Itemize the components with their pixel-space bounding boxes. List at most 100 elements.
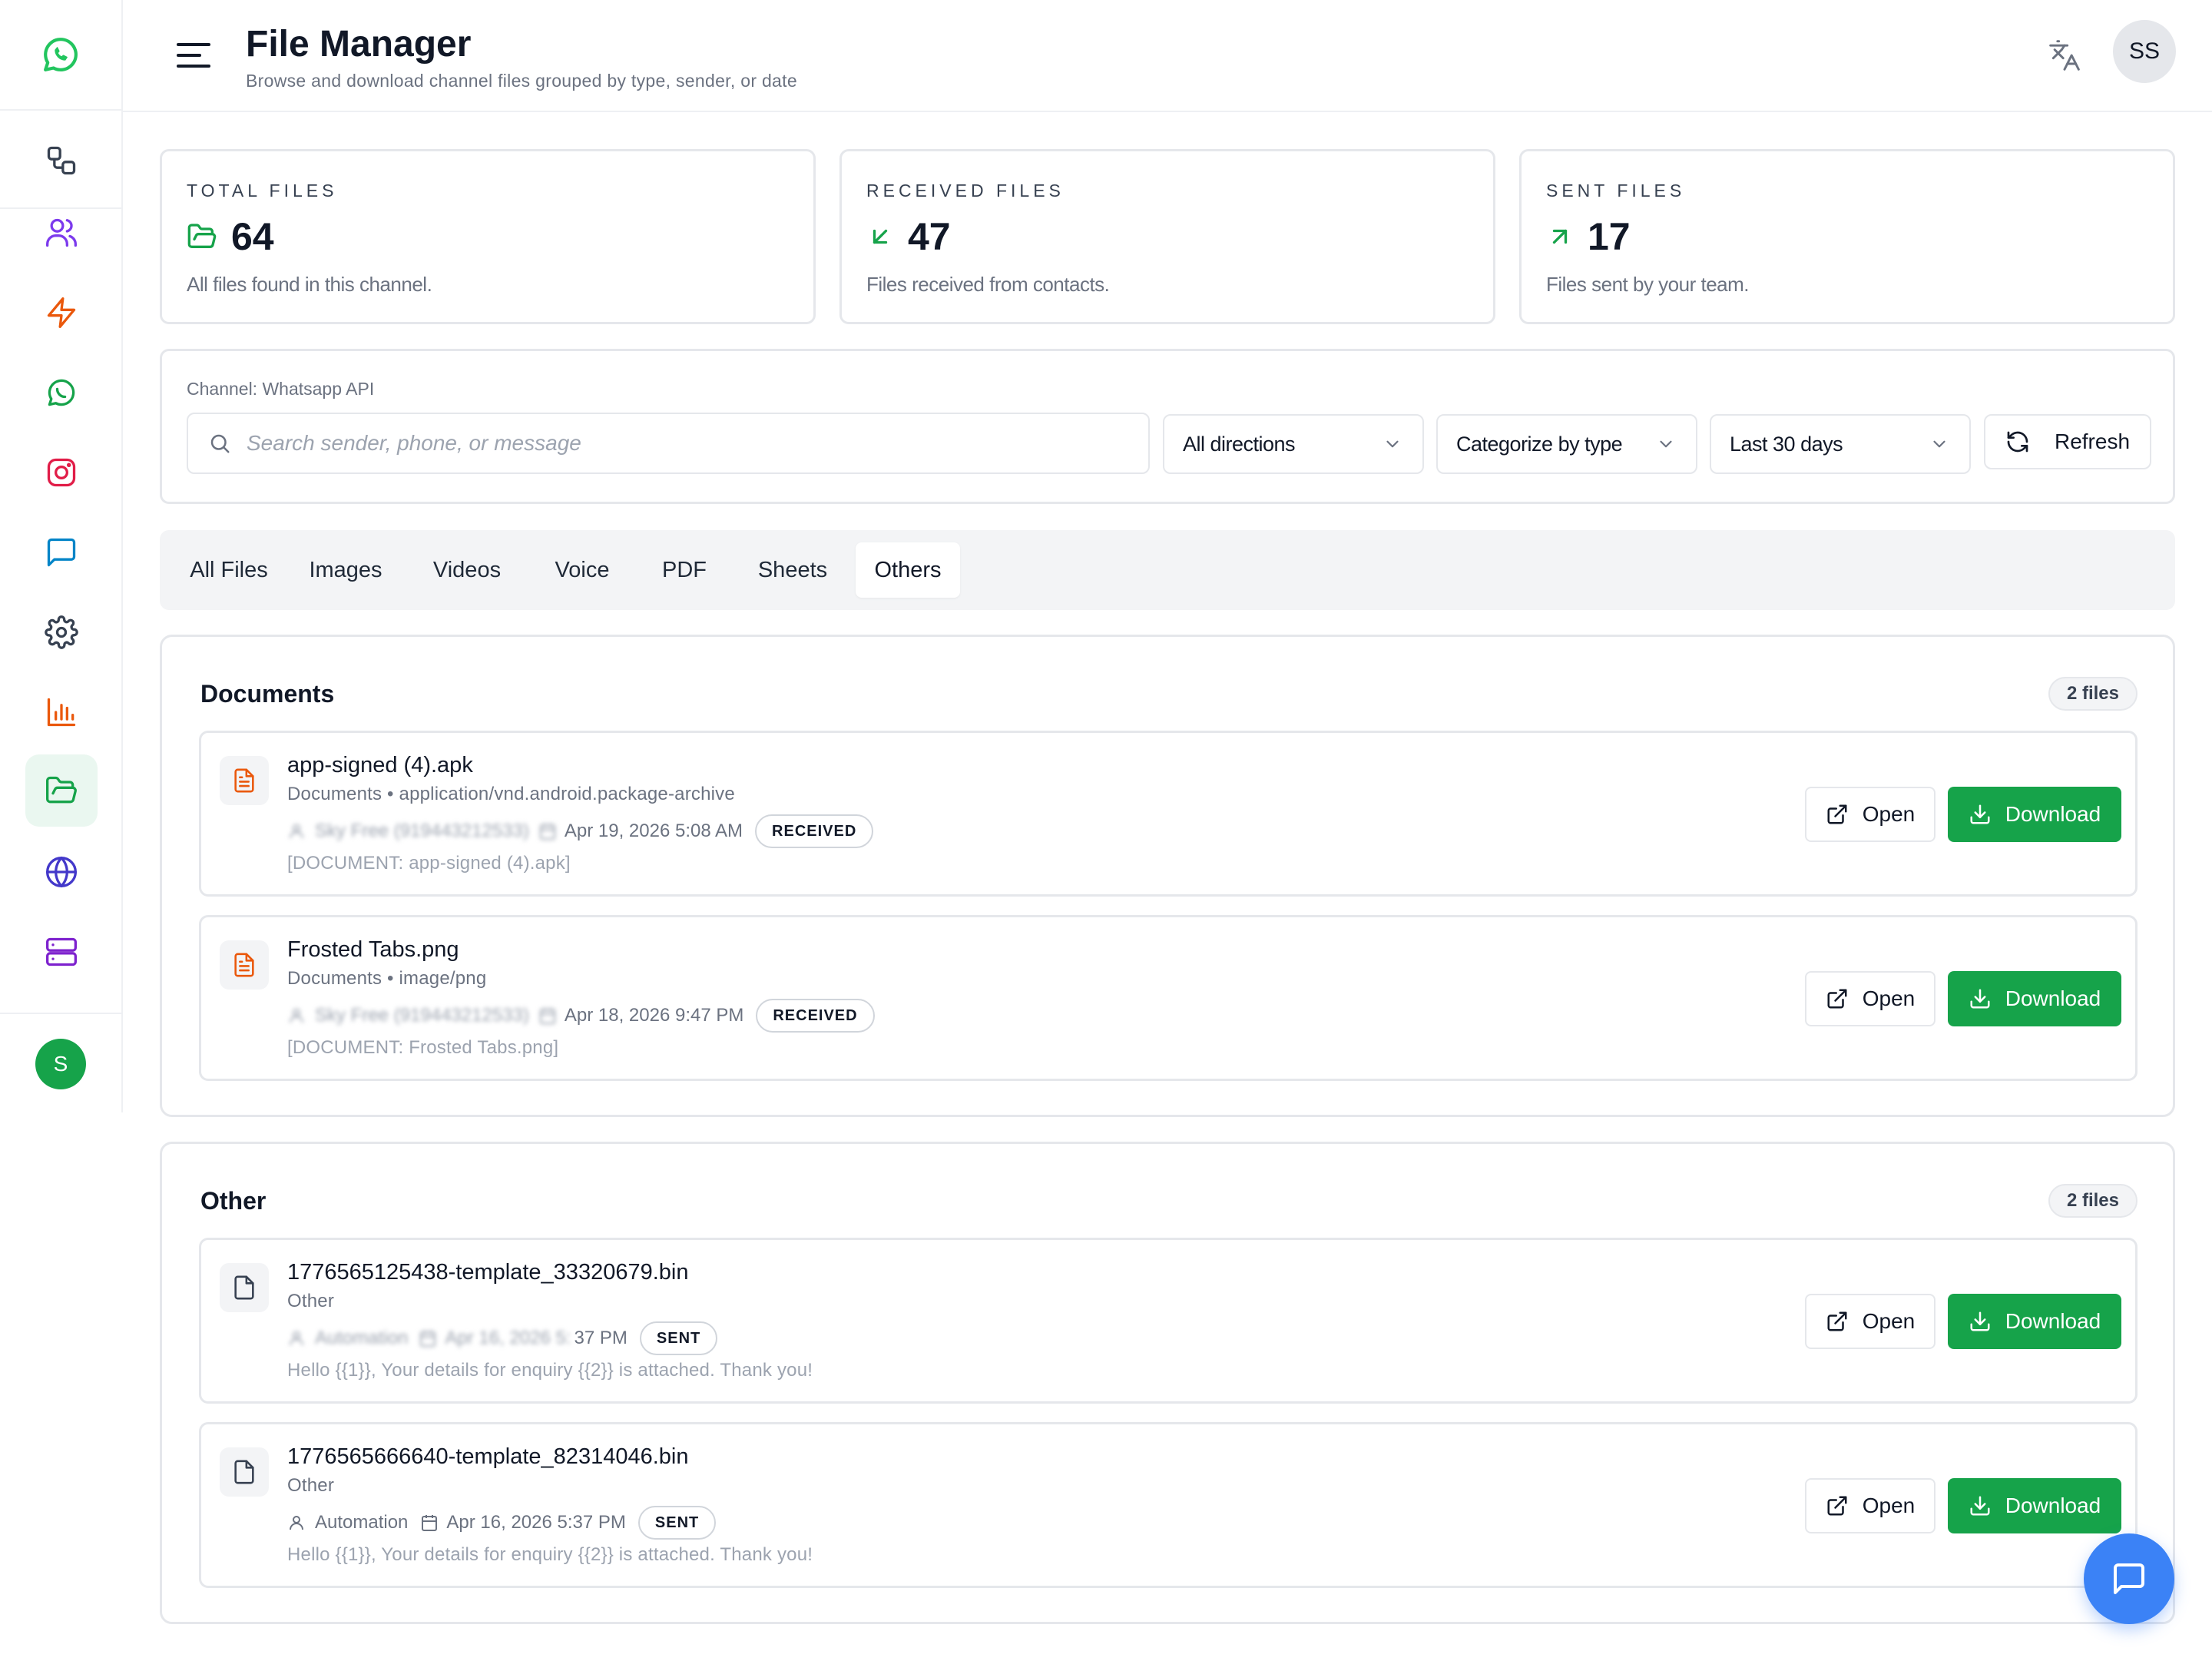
open-button[interactable]: Open — [1805, 1478, 1936, 1533]
stat-card-sent: SENT FILES 17 Files sent by your team. — [1519, 149, 2175, 324]
open-label: Open — [1862, 802, 1916, 826]
tab-sheets[interactable]: Sheets — [742, 542, 843, 598]
filter-panel: Channel: Whatsapp API All directions Cat… — [160, 349, 2175, 504]
group-title: Documents — [200, 680, 335, 708]
file-date: Apr 19, 2026 5:08 AM — [564, 821, 743, 841]
calendar-icon — [422, 1515, 438, 1531]
refresh-label: Refresh — [2054, 429, 2131, 453]
open-button[interactable]: Open — [1805, 1294, 1936, 1349]
direction-badge: SENT — [639, 1321, 718, 1355]
open-button[interactable]: Open — [1805, 971, 1936, 1026]
download-button[interactable]: Download — [1948, 971, 2121, 1026]
file-sender: Automation — [315, 1512, 409, 1533]
file-card: app-signed (4).apk Documents • applicati… — [199, 731, 2137, 897]
download-button[interactable]: Download — [1948, 1478, 2121, 1533]
file-meta: Sky Free (919443212533) Apr 18, 2026 9:4… — [287, 999, 875, 1033]
file-message: [DOCUMENT: Frosted Tabs.png] — [287, 1037, 559, 1058]
sidebar-user-avatar[interactable]: S — [35, 1039, 86, 1089]
tab-pdf[interactable]: PDF — [650, 542, 719, 598]
workflow-icon — [47, 146, 76, 175]
file-card: Frosted Tabs.png Documents • image/png S… — [199, 915, 2137, 1081]
external-link-icon — [1827, 1496, 1847, 1516]
date-range-select[interactable]: Last 30 days — [1710, 414, 1971, 474]
sidebar-item-contacts[interactable] — [25, 197, 98, 269]
file-type: Other — [287, 1291, 335, 1311]
stat-card-received: RECEIVED FILES 47 Files received from co… — [839, 149, 1495, 324]
whatsapp-logo-icon[interactable] — [0, 0, 121, 111]
file-name: 1776565125438-template_33320679.bin — [287, 1260, 689, 1285]
calendar-icon — [539, 824, 555, 840]
sidebar-item-server[interactable] — [25, 916, 98, 988]
file-group-documents: Documents 2 files app-signed (4).apk Doc… — [160, 635, 2175, 1117]
file-sender: Automation — [315, 1328, 409, 1348]
sidebar-item-settings[interactable] — [25, 596, 98, 668]
direction-select[interactable]: All directions — [1163, 414, 1424, 474]
stat-value: 17 — [1588, 215, 1631, 258]
user-icon — [290, 1009, 303, 1023]
users-icon — [46, 218, 77, 247]
file-date: Apr 16, 2026 5:37 PM — [446, 1512, 626, 1533]
sidebar-item-workflow[interactable] — [25, 124, 98, 197]
refresh-button[interactable]: Refresh — [1984, 414, 2151, 469]
categorize-select[interactable]: Categorize by type — [1436, 414, 1697, 474]
chevron-down-icon — [1660, 440, 1672, 448]
open-label: Open — [1862, 1494, 1916, 1517]
user-avatar[interactable]: SS — [2113, 20, 2176, 83]
tab-images[interactable]: Images — [298, 542, 393, 598]
file-date: Apr 18, 2026 9:47 PM — [564, 1005, 744, 1026]
file-message: [DOCUMENT: app-signed (4).apk] — [287, 853, 571, 874]
download-label: Download — [2005, 802, 2101, 826]
sidebar-item-automations[interactable] — [25, 277, 98, 349]
tab-others[interactable]: Others — [856, 542, 960, 598]
tab-all-files[interactable]: All Files — [172, 542, 286, 598]
folder-open-icon — [187, 224, 217, 248]
page-subtitle: Browse and download channel files groupe… — [246, 71, 797, 91]
server-icon — [46, 937, 77, 966]
file-name: app-signed (4).apk — [287, 753, 473, 777]
file-icon — [220, 1263, 269, 1312]
instagram-icon — [47, 458, 76, 487]
sidebar-item-web[interactable] — [25, 836, 98, 908]
translate-icon[interactable] — [2043, 34, 2086, 77]
whatsapp-icon — [48, 379, 75, 406]
chat-support-button[interactable] — [2084, 1533, 2174, 1624]
chevron-down-icon — [1386, 440, 1399, 448]
download-button[interactable]: Download — [1948, 1294, 2121, 1349]
stat-description: Files sent by your team. — [1546, 273, 1750, 296]
external-link-icon — [1827, 1311, 1847, 1331]
search-field[interactable] — [187, 413, 1150, 474]
user-icon — [290, 1331, 303, 1346]
sidebar-item-file-manager[interactable] — [25, 754, 98, 827]
document-file-icon — [220, 940, 269, 990]
tab-videos[interactable]: Videos — [422, 542, 512, 598]
sidebar-item-instagram[interactable] — [25, 436, 98, 509]
arrow-down-left-icon — [873, 229, 888, 244]
open-label: Open — [1862, 1309, 1916, 1333]
file-date-time: 37 PM — [574, 1328, 628, 1348]
file-date-partial: Apr 16, 2026 5: — [445, 1328, 571, 1348]
file-card: 1776565125438-template_33320679.bin Othe… — [199, 1238, 2137, 1404]
tab-voice[interactable]: Voice — [541, 542, 624, 598]
download-icon — [1970, 1496, 1990, 1516]
sidebar-item-messages[interactable] — [25, 516, 98, 588]
app-root: S File Manager Browse and download chann… — [0, 0, 2212, 1661]
file-meta: Sky Free (919443212533) Apr 19, 2026 5:0… — [287, 814, 874, 848]
file-sender: Sky Free (919443212533) — [315, 1005, 529, 1026]
download-button[interactable]: Download — [1948, 787, 2121, 842]
user-icon — [290, 1516, 303, 1530]
sidebar-item-whatsapp[interactable] — [25, 356, 98, 429]
calendar-icon — [539, 1008, 555, 1024]
date-range-select-value: Last 30 days — [1730, 432, 1843, 456]
refresh-icon — [2007, 431, 2028, 453]
download-icon — [1970, 1311, 1990, 1331]
file-type: Documents • application/vnd.android.pack… — [287, 784, 735, 804]
sidebar-item-analytics[interactable] — [25, 676, 98, 748]
group-title: Other — [200, 1187, 267, 1215]
open-button[interactable]: Open — [1805, 787, 1936, 842]
download-icon — [1970, 804, 1990, 824]
chat-icon — [2114, 1563, 2144, 1594]
search-input[interactable] — [247, 431, 1091, 456]
menu-icon[interactable] — [172, 34, 215, 77]
page-title: File Manager — [246, 24, 472, 65]
stat-value: 64 — [231, 215, 274, 258]
